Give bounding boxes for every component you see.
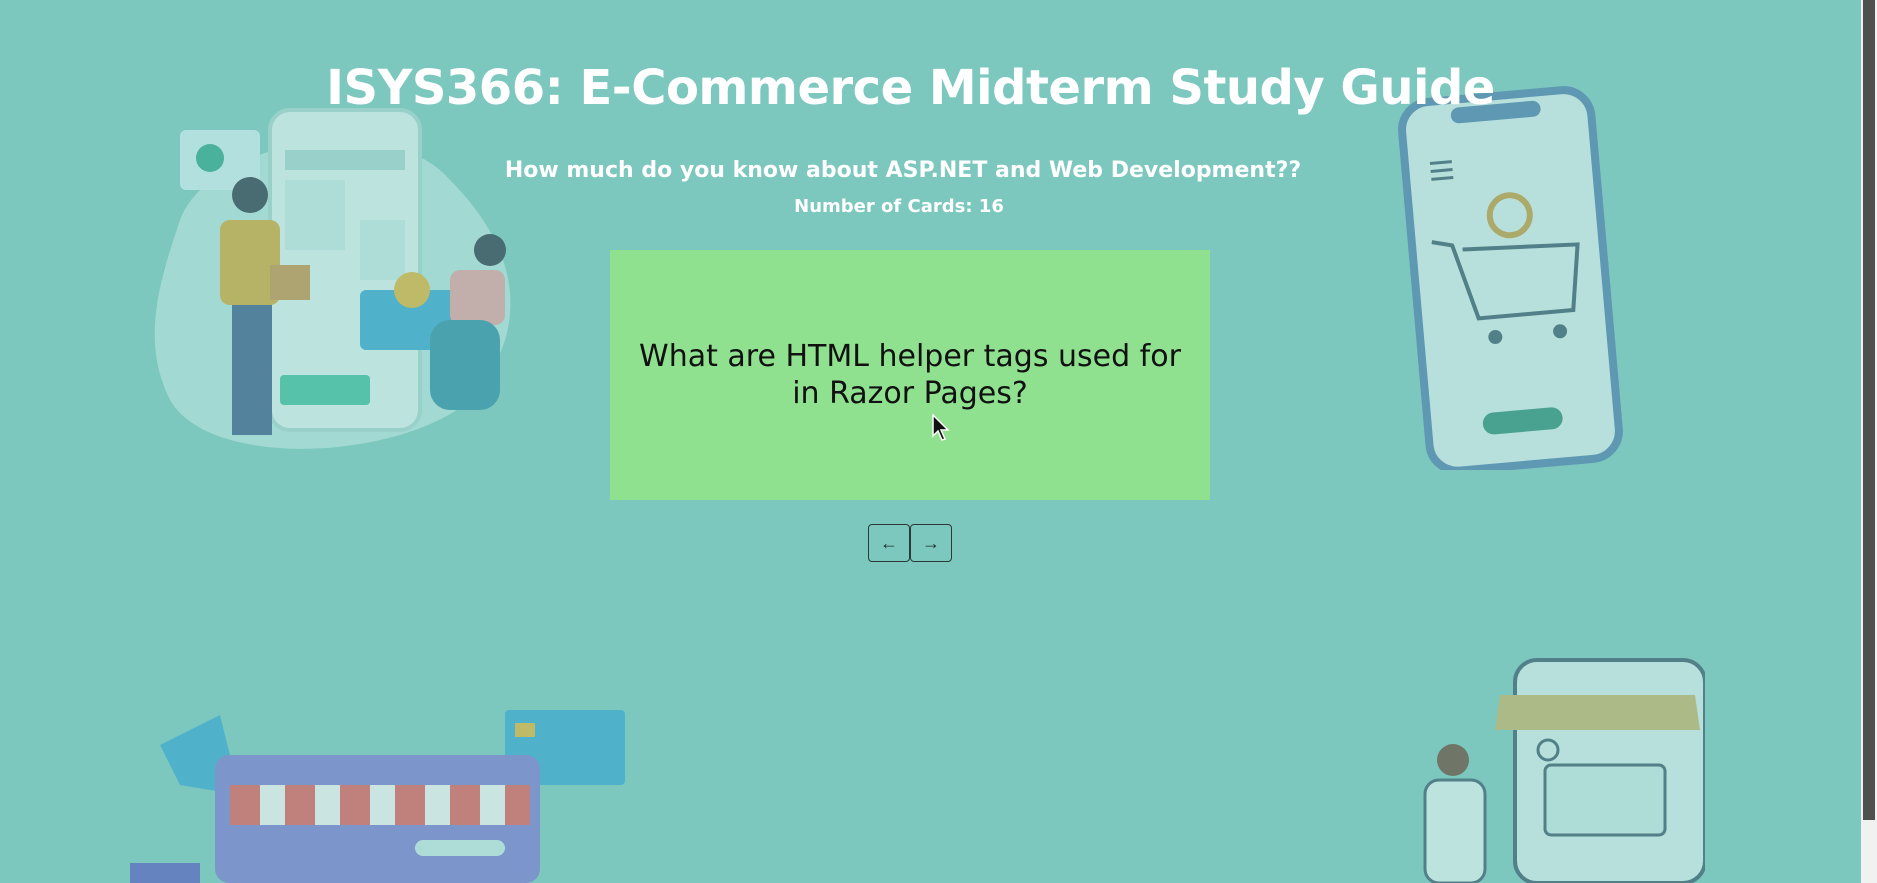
phone-shopping-cart-illustration xyxy=(1398,86,1623,470)
page-title: ISYS366: E-Commerce Midterm Study Guide xyxy=(326,60,1495,116)
next-arrow-icon: → xyxy=(922,532,940,553)
mouse-cursor-icon xyxy=(932,414,950,441)
study-guide-page: ISYS366: E-Commerce Midterm Study Guide … xyxy=(0,0,1861,883)
flashcard-question: What are HTML helper tags used for in Ra… xyxy=(639,338,1181,412)
card-count: Number of Cards: 16 xyxy=(794,196,1004,217)
mobile-shop-illustration xyxy=(1423,658,1705,883)
previous-arrow-icon: ← xyxy=(880,532,898,553)
scrollbar-thumb[interactable] xyxy=(1863,0,1875,820)
vertical-scrollbar[interactable] xyxy=(1861,0,1877,883)
page-subtitle: How much do you know about ASP.NET and W… xyxy=(504,158,1302,183)
flashcard[interactable]: What are HTML helper tags used for in Ra… xyxy=(610,250,1210,500)
online-store-illustration xyxy=(130,710,625,883)
next-card-button[interactable]: → xyxy=(910,524,952,562)
previous-card-button[interactable]: ← xyxy=(868,524,910,562)
